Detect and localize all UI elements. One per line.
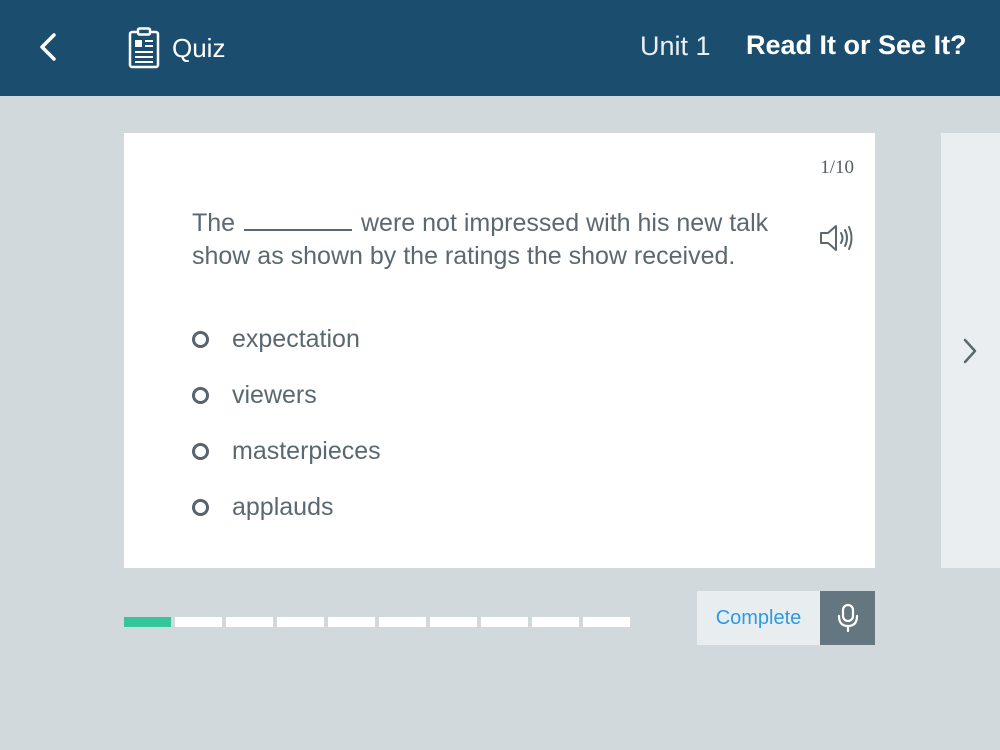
progress-segment [226,617,273,627]
back-button[interactable] [26,24,70,70]
next-question-button[interactable] [955,334,985,368]
quiz-label: Quiz [172,32,226,63]
option-applauds[interactable]: applauds [192,479,381,535]
chevron-right-icon [963,338,977,364]
quiz-section: Quiz [128,26,225,70]
unit-label: Unit 1 [640,31,711,61]
progress-segment [124,617,171,627]
quiz-progress-bar [124,617,630,627]
play-audio-button[interactable] [818,221,858,255]
progress-segment [277,617,324,627]
progress-segment [379,617,426,627]
chevron-left-icon [40,33,56,61]
option-label: viewers [232,380,317,409]
question-counter: 1/10 [820,157,854,178]
lesson-title: Read It or See It? [746,30,967,60]
radio-button[interactable] [192,330,209,348]
radio-button[interactable] [192,442,209,460]
progress-segment [175,617,222,627]
option-masterpieces[interactable]: masterpieces [192,423,381,479]
progress-segment [532,617,579,627]
quiz-document-icon [128,27,160,69]
option-label: masterpieces [232,436,381,465]
option-expectation[interactable]: expectation [192,311,381,367]
question-text: The were not impressed with his new talk… [192,207,792,273]
progress-segment [430,617,477,627]
question-text-before: The [192,209,236,237]
speaker-icon [820,225,853,251]
progress-segment [481,617,528,627]
complete-button[interactable]: Complete [697,591,820,645]
progress-segment [328,617,375,627]
microphone-icon [837,603,858,633]
answer-blank [244,209,353,231]
answer-options: expectation viewers masterpieces applaud… [192,311,381,535]
option-label: applauds [232,492,334,521]
option-viewers[interactable]: viewers [192,367,381,423]
radio-button[interactable] [192,498,209,516]
microphone-button[interactable] [820,591,875,645]
option-label: expectation [232,324,360,353]
question-card: 1/10 The were not impressed with his new… [124,133,875,568]
radio-button[interactable] [192,386,209,404]
progress-segment [583,617,630,627]
top-bar: Quiz Unit 1 Read It or See It? [0,0,1000,96]
